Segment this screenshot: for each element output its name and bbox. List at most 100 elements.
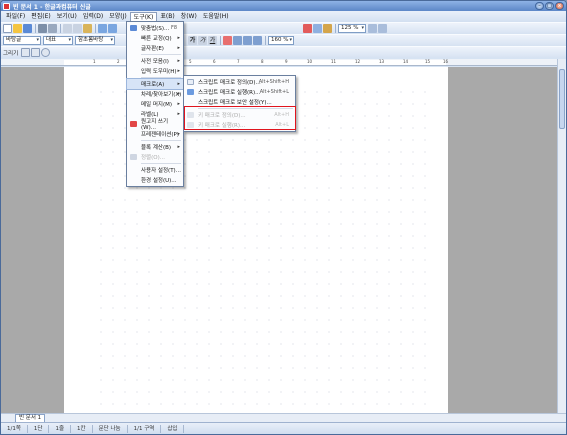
paste-icon[interactable] — [83, 24, 92, 33]
align-right-icon[interactable] — [253, 35, 262, 45]
status-insert-mode[interactable]: 삽입 — [161, 425, 185, 433]
menu-table[interactable]: 표(B) — [157, 12, 177, 22]
menu-item-block-calc[interactable]: 블록 계산(B) ▸ — [127, 142, 183, 152]
menu-edit[interactable]: 편집(E) — [28, 12, 54, 22]
menu-view[interactable]: 보기(U) — [54, 12, 80, 22]
ruler-number: 14 — [403, 59, 409, 64]
italic-icon[interactable]: 가 — [198, 35, 207, 45]
app-icon[interactable] — [3, 2, 10, 10]
menu-item-manuscript[interactable]: 원고지 쓰기(W)... — [127, 119, 183, 131]
chevron-right-icon: ▸ — [177, 58, 180, 64]
shortcut-label: Alt+Shift+H — [258, 79, 289, 85]
ruler-number: 6 — [213, 59, 216, 64]
menu-item-preferences[interactable]: 환경 설정(U)... — [127, 175, 183, 185]
chevron-right-icon: ▸ — [177, 35, 180, 41]
menu-help[interactable]: 도움말(H) — [200, 12, 232, 22]
menu-item-toc[interactable]: 차례/찾아보기(X) ▸ — [127, 89, 183, 99]
ruler-number: 16 — [443, 59, 449, 64]
scroll-thumb[interactable] — [559, 69, 565, 129]
maximize-button[interactable]: □ — [545, 2, 554, 10]
menu-bar: 파일(F) 편집(E) 보기(U) 입력(D) 모양(J) 도구(K) 표(B)… — [1, 11, 566, 22]
menu-item-user-settings[interactable]: 사용자 설정(T)... — [127, 165, 183, 175]
horizontal-scrollbar[interactable]: 빈 문서 1 — [1, 413, 566, 423]
align-left-icon[interactable] — [233, 35, 242, 45]
chevron-right-icon: ▸ — [177, 131, 180, 137]
table-icon[interactable] — [313, 23, 322, 33]
tools-menu: 맞춤법(S)... F8 빠른 교정(Q) ▸ 글자판(E) ▸ 사전 모음(I) ▸ … — [126, 21, 184, 187]
menu-window[interactable]: 창(W) — [178, 12, 200, 22]
close-button[interactable]: × — [555, 2, 564, 10]
script-run-icon — [187, 89, 194, 95]
menu-item-mail-merge[interactable]: 메일 머지(M) ▸ — [127, 99, 183, 109]
ruler-number: 11 — [331, 59, 337, 64]
zoom-combo[interactable]: 125 % — [338, 23, 366, 33]
spellcheck-icon — [130, 25, 137, 31]
menu-item-macro[interactable]: 매크로(A) ▸ — [126, 78, 184, 90]
menu-insert[interactable]: 입력(D) — [80, 12, 106, 22]
zoom-out-icon[interactable] — [378, 23, 387, 33]
ellipse-icon[interactable] — [41, 48, 51, 57]
zoom-in-icon[interactable] — [368, 23, 377, 33]
style-combo[interactable]: 바탕글 — [3, 36, 41, 45]
status-column: 1단 — [28, 425, 50, 433]
drawing-toolbar: 그리기 — [1, 46, 566, 58]
preview-icon[interactable] — [48, 24, 57, 33]
open-folder-icon[interactable] — [13, 24, 22, 33]
rectangle-icon[interactable] — [31, 48, 41, 57]
minimize-button[interactable]: – — [535, 2, 544, 10]
copy-icon[interactable] — [73, 24, 82, 33]
menu-item-label: 스크립트 매크로 정의(D)... — [198, 80, 261, 86]
undo-icon[interactable] — [98, 24, 107, 33]
status-section: 1/1 구역 — [128, 425, 162, 433]
menu-item-spellcheck[interactable]: 맞춤법(S)... F8 — [127, 23, 183, 33]
script-define-icon — [187, 79, 194, 85]
menu-item-script-macro-run[interactable]: 스크립트 매크로 실행(R)... Alt+Shift+L — [184, 87, 295, 97]
menu-item-sort[interactable]: 정렬(O)... — [127, 152, 183, 162]
highlight-annotation-box — [184, 106, 296, 130]
menu-file[interactable]: 파일(F) — [3, 12, 28, 22]
bold-icon[interactable]: 가 — [188, 35, 197, 45]
underline-icon[interactable]: 가 — [208, 35, 217, 45]
paragraph-toolbar: 가 가 가 160 % — [186, 34, 566, 46]
print-icon[interactable] — [38, 24, 47, 33]
line-icon[interactable] — [21, 48, 31, 57]
ruler-number: 13 — [379, 59, 385, 64]
new-doc-icon[interactable] — [3, 24, 12, 33]
align-center-icon[interactable] — [243, 35, 252, 45]
menu-format[interactable]: 모양(J) — [106, 12, 130, 22]
redo-icon[interactable] — [108, 24, 117, 33]
ruler-number: 10 — [307, 59, 313, 64]
right-toolbar: 125 % — [301, 22, 566, 34]
chevron-right-icon: ▸ — [177, 91, 180, 97]
menu-item-label: 매크로(A) — [141, 82, 165, 88]
menu-item-presentation[interactable]: 프레젠테이션(P) ▸ — [127, 129, 183, 139]
font-combo[interactable]: 함초롬바탕 — [75, 36, 115, 45]
highlight-icon[interactable] — [223, 35, 232, 45]
menu-item-label: 맞춤법(S)... — [141, 26, 170, 32]
vertical-scrollbar[interactable] — [557, 59, 566, 413]
cut-icon[interactable] — [63, 24, 72, 33]
ruler-number: 5 — [189, 59, 192, 64]
menu-item-keyboard[interactable]: 글자판(E) ▸ — [127, 43, 183, 53]
chevron-right-icon: ▸ — [177, 45, 180, 51]
shortcut-label: Alt+Shift+L — [259, 89, 289, 95]
status-bar: 1/1쪽 1단 1줄 1칸 문단 나눔 1/1 구역 삽입 — [1, 422, 566, 434]
menu-item-dictionaries[interactable]: 사전 모음(I) ▸ — [127, 56, 183, 66]
menu-item-label: 차례/찾아보기(X) — [141, 92, 182, 98]
menu-item-label: 메일 머지(M) — [141, 102, 173, 108]
save-icon[interactable] — [23, 24, 32, 33]
color-icon[interactable] — [303, 23, 312, 33]
menu-item-input-helper[interactable]: 입력 도우미(H) ▸ — [127, 66, 183, 76]
app-window: 빈 문서 1 - 한글과컴퓨터 신글 – □ × 파일(F) 편집(E) 보기(… — [0, 0, 567, 435]
menu-item-quick-correct[interactable]: 빠른 교정(Q) ▸ — [127, 33, 183, 43]
menu-tools[interactable]: 도구(K) — [129, 11, 158, 22]
horizontal-ruler: 1 2 3 4 5 6 7 8 9 10 11 12 13 14 15 16 — [1, 59, 566, 66]
menu-item-script-macro-define[interactable]: 스크립트 매크로 정의(D)... Alt+Shift+H — [184, 77, 295, 87]
image-icon[interactable] — [323, 23, 332, 33]
status-break: 문단 나눔 — [93, 425, 128, 433]
manuscript-icon — [130, 121, 137, 127]
language-combo[interactable]: 대표 — [43, 36, 73, 45]
menu-item-label: 정렬(O)... — [141, 155, 165, 161]
status-char: 1칸 — [71, 425, 93, 433]
line-spacing-combo[interactable]: 160 % — [268, 35, 294, 45]
